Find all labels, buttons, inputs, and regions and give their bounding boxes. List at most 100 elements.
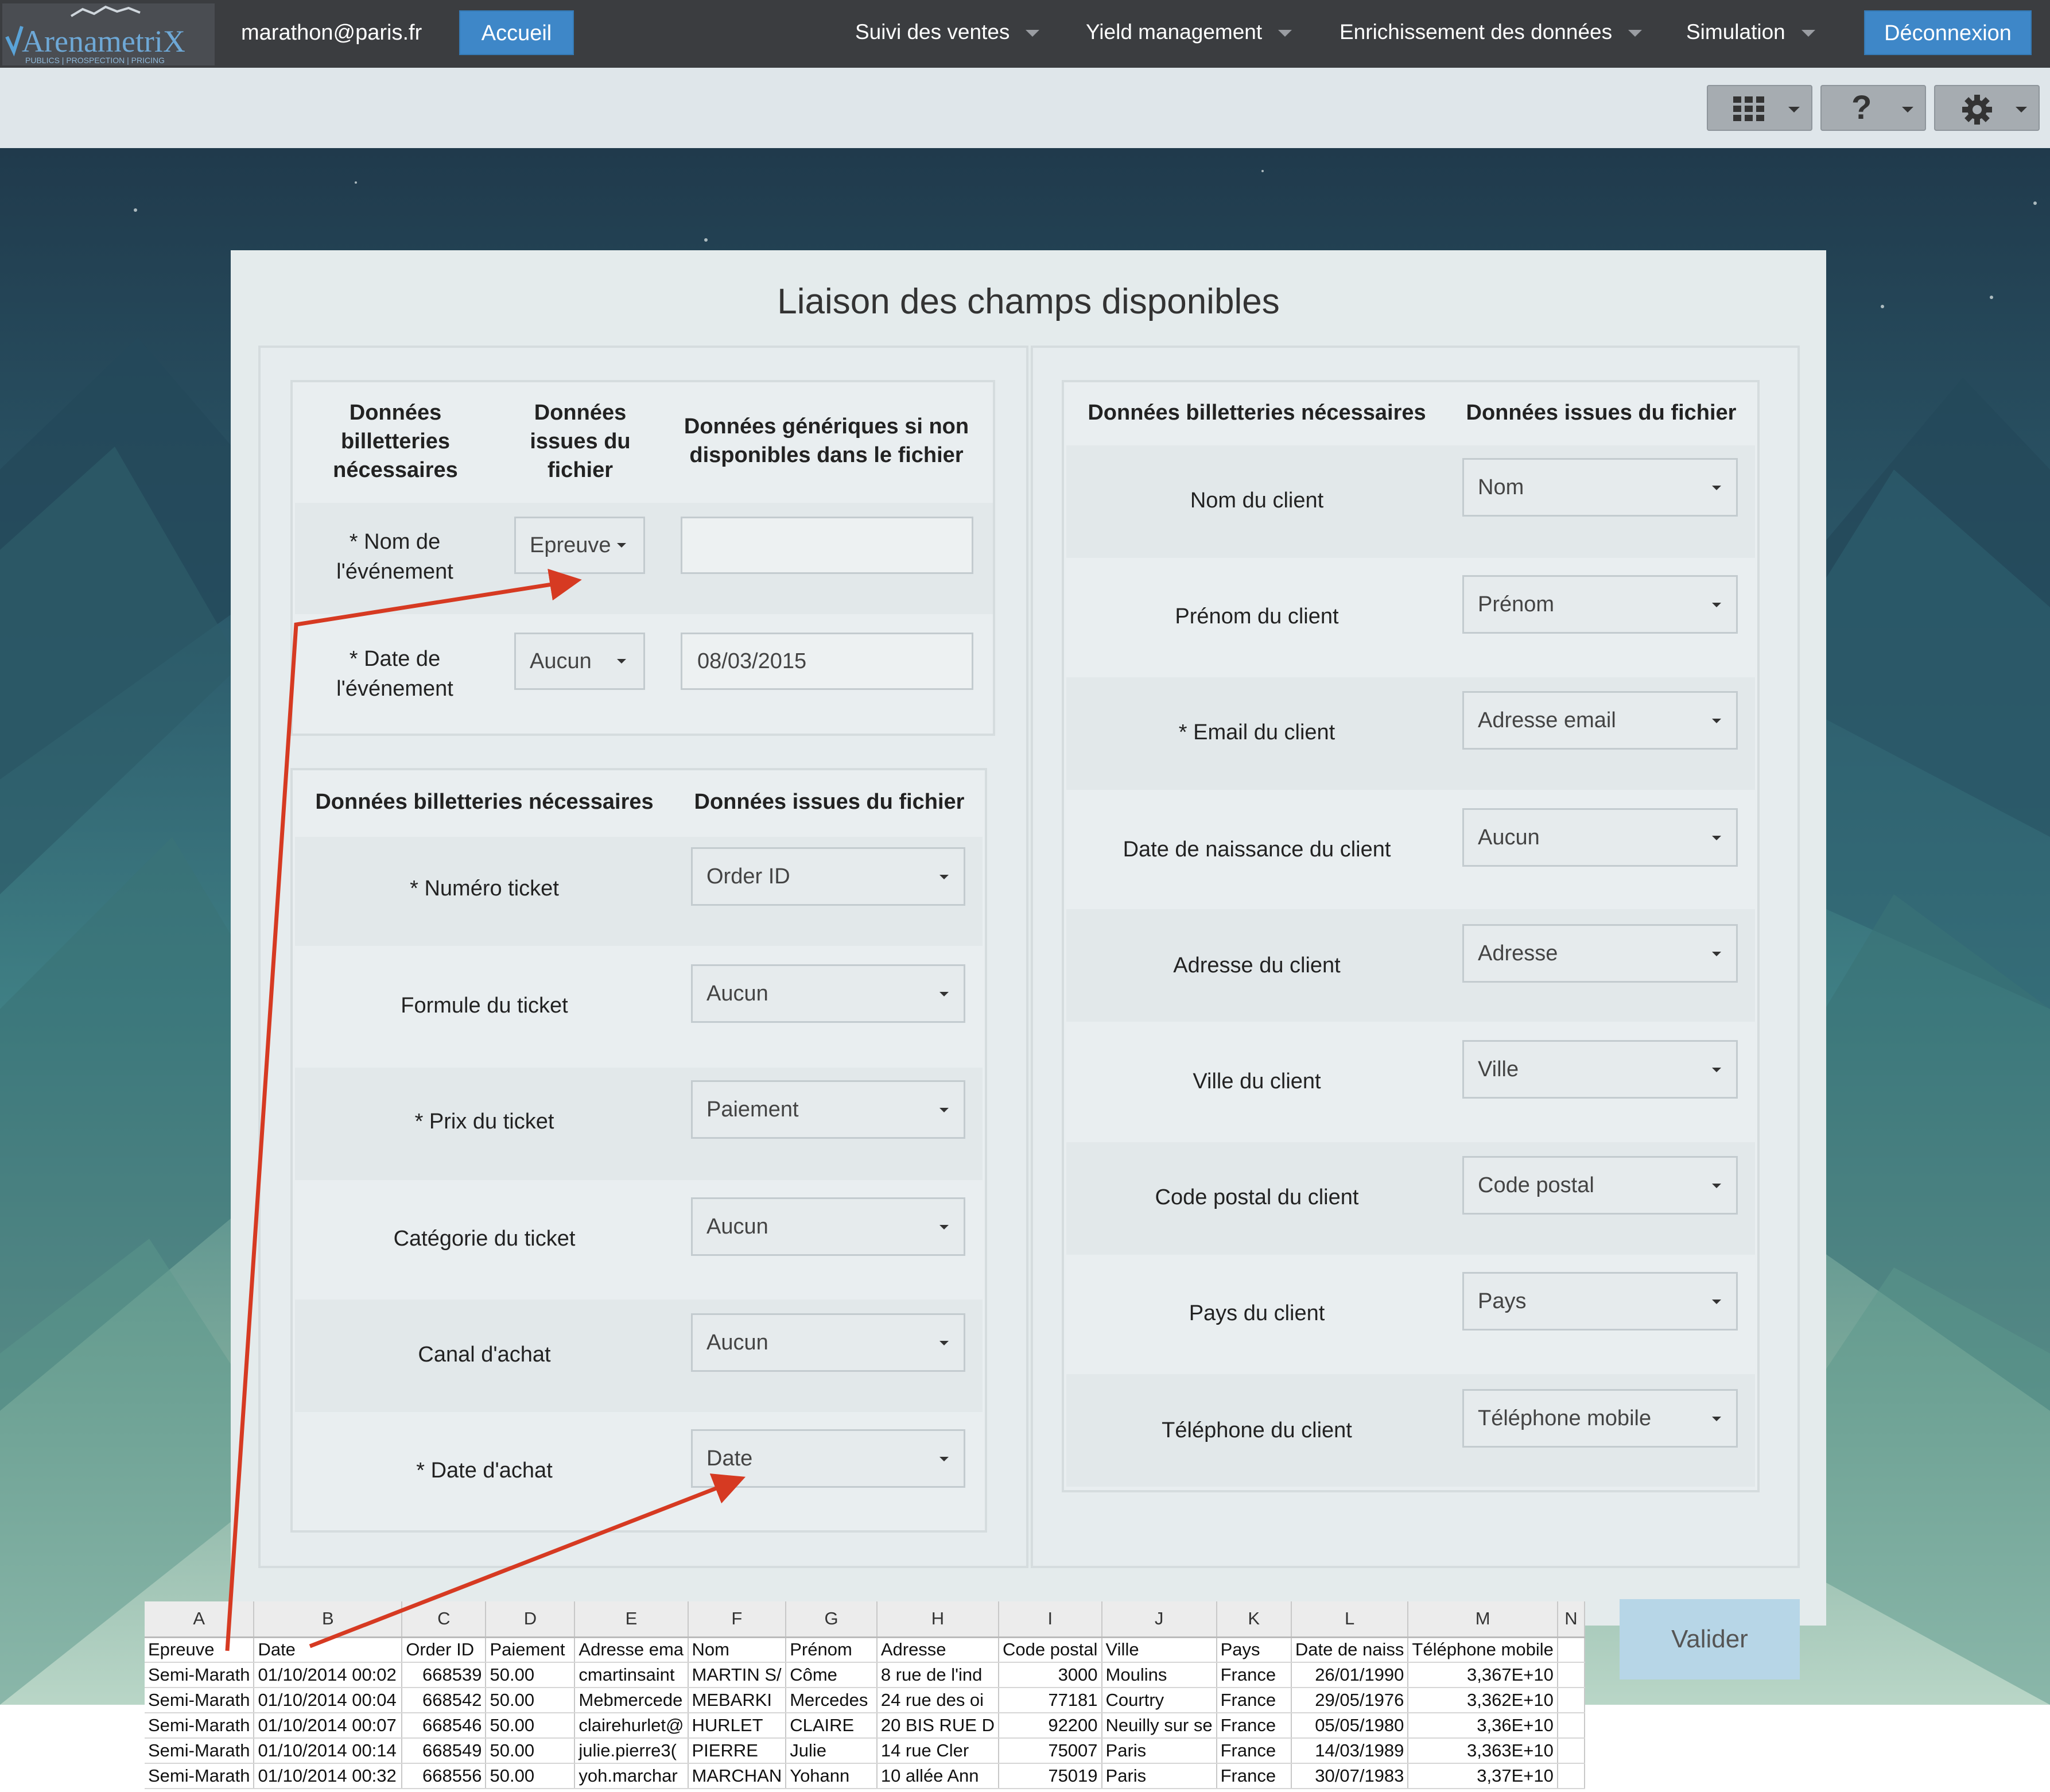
ticket-purchase-date-select[interactable]: Date — [691, 1429, 965, 1488]
table-cell[interactable]: 75019 — [998, 1763, 1102, 1789]
table-cell[interactable]: 01/10/2014 00:32 — [254, 1763, 403, 1789]
table-cell[interactable]: Paris — [1101, 1738, 1217, 1764]
ticket-price-select[interactable]: Paiement — [691, 1080, 965, 1139]
table-cell[interactable]: 10 allée Ann — [876, 1763, 999, 1789]
event-date-select[interactable]: Aucun — [514, 633, 645, 690]
ticket-channel-select[interactable]: Aucun — [691, 1313, 965, 1372]
table-cell[interactable]: 668549 — [402, 1738, 487, 1764]
home-button[interactable]: Accueil — [459, 10, 574, 55]
table-cell[interactable]: HURLET — [688, 1713, 787, 1739]
event-name-generic-input[interactable] — [681, 517, 973, 574]
settings-menu-button[interactable] — [1934, 85, 2040, 131]
table-cell[interactable]: 01/10/2014 00:14 — [254, 1738, 403, 1764]
table-cell[interactable]: 77181 — [998, 1688, 1102, 1713]
table-cell[interactable]: 3,362E+10 — [1408, 1688, 1558, 1713]
table-cell[interactable]: 3,36E+10 — [1408, 1713, 1558, 1739]
table-cell[interactable]: 668546 — [402, 1713, 487, 1739]
table-cell[interactable]: 75007 — [998, 1738, 1102, 1764]
table-cell[interactable]: 8 rue de l'ind — [876, 1662, 999, 1688]
table-cell[interactable]: 668539 — [402, 1662, 487, 1688]
col-letter[interactable]: L — [1291, 1601, 1409, 1638]
table-cell[interactable]: 3000 — [998, 1662, 1102, 1688]
table-cell[interactable]: Côme — [786, 1662, 878, 1688]
table-cell[interactable]: Semi-Marath — [145, 1662, 255, 1688]
col-letter[interactable]: I — [998, 1601, 1102, 1638]
table-cell[interactable]: cmartinsaint — [574, 1662, 689, 1688]
client-birthdate-select[interactable]: Aucun — [1462, 808, 1738, 867]
table-cell[interactable]: 01/10/2014 00:07 — [254, 1713, 403, 1739]
table-cell[interactable]: Semi-Marath — [145, 1738, 255, 1764]
validate-button[interactable]: Valider — [1620, 1599, 1800, 1679]
header-cell[interactable]: Nom — [688, 1637, 787, 1663]
nav-data-enrichment[interactable]: Enrichissement des données — [1340, 0, 1643, 68]
table-cell[interactable] — [1557, 1688, 1586, 1713]
nav-simulation[interactable]: Simulation — [1686, 0, 1815, 68]
table-cell[interactable]: 20 BIS RUE D — [876, 1713, 999, 1739]
event-date-generic-input[interactable]: 08/03/2015 — [681, 633, 973, 690]
table-cell[interactable]: 50.00 — [486, 1763, 576, 1789]
table-cell[interactable]: Courtry — [1101, 1688, 1217, 1713]
table-cell[interactable]: 14 rue Cler — [876, 1738, 999, 1764]
table-cell[interactable] — [1557, 1738, 1586, 1764]
nav-yield-management[interactable]: Yield management — [1086, 0, 1292, 68]
client-firstname-select[interactable]: Prénom — [1462, 575, 1738, 634]
table-cell[interactable]: Semi-Marath — [145, 1713, 255, 1739]
nav-sales-tracking[interactable]: Suivi des ventes — [855, 0, 1040, 68]
ticket-formula-select[interactable]: Aucun — [691, 964, 965, 1023]
table-cell[interactable]: France — [1216, 1662, 1292, 1688]
header-cell[interactable]: Paiement — [486, 1637, 576, 1663]
apps-menu-button[interactable] — [1707, 85, 1812, 131]
table-cell[interactable]: 668542 — [402, 1688, 487, 1713]
table-cell[interactable]: Moulins — [1101, 1662, 1217, 1688]
col-letter[interactable]: D — [486, 1601, 576, 1638]
table-cell[interactable]: Semi-Marath — [145, 1763, 255, 1789]
col-letter[interactable]: C — [402, 1601, 487, 1638]
header-cell[interactable]: Prénom — [786, 1637, 878, 1663]
table-cell[interactable]: 30/07/1983 — [1291, 1763, 1409, 1789]
col-letter[interactable]: N — [1557, 1601, 1586, 1638]
table-cell[interactable]: 29/05/1976 — [1291, 1688, 1409, 1713]
table-cell[interactable]: Yohann — [786, 1763, 878, 1789]
table-cell[interactable]: clairehurlet@ — [574, 1713, 689, 1739]
table-cell[interactable] — [1557, 1713, 1586, 1739]
table-cell[interactable]: 3,363E+10 — [1408, 1738, 1558, 1764]
table-cell[interactable]: MARTIN S/ — [688, 1662, 787, 1688]
table-cell[interactable]: 50.00 — [486, 1662, 576, 1688]
logout-button[interactable]: Déconnexion — [1864, 10, 2032, 55]
col-letter[interactable]: G — [786, 1601, 878, 1638]
table-cell[interactable]: France — [1216, 1738, 1292, 1764]
table-cell[interactable]: 92200 — [998, 1713, 1102, 1739]
header-cell[interactable]: Téléphone mobile — [1408, 1637, 1558, 1663]
table-cell[interactable] — [1557, 1662, 1586, 1688]
table-cell[interactable]: Mercedes — [786, 1688, 878, 1713]
header-cell[interactable]: Adresse ema — [574, 1637, 689, 1663]
table-cell[interactable]: julie.pierre3( — [574, 1738, 689, 1764]
table-cell[interactable]: 50.00 — [486, 1738, 576, 1764]
table-cell[interactable]: yoh.marchar — [574, 1763, 689, 1789]
table-cell[interactable]: 50.00 — [486, 1713, 576, 1739]
table-cell[interactable]: 05/05/1980 — [1291, 1713, 1409, 1739]
client-email-select[interactable]: Adresse email — [1462, 691, 1738, 750]
table-cell[interactable]: 3,37E+10 — [1408, 1763, 1558, 1789]
header-cell[interactable]: Date — [254, 1637, 403, 1663]
table-cell[interactable]: Semi-Marath — [145, 1688, 255, 1713]
header-cell[interactable]: Code postal — [998, 1637, 1102, 1663]
col-letter[interactable]: J — [1101, 1601, 1217, 1638]
header-cell[interactable]: Order ID — [402, 1637, 487, 1663]
table-cell[interactable]: France — [1216, 1713, 1292, 1739]
header-cell[interactable]: Ville — [1101, 1637, 1217, 1663]
help-menu-button[interactable]: ? — [1820, 85, 1926, 131]
table-cell[interactable] — [1557, 1763, 1586, 1789]
header-cell[interactable]: Epreuve — [145, 1637, 255, 1663]
col-letter[interactable]: B — [254, 1601, 403, 1638]
table-cell[interactable]: 24 rue des oi — [876, 1688, 999, 1713]
col-letter[interactable]: E — [574, 1601, 689, 1638]
event-name-select[interactable]: Epreuve — [514, 517, 645, 574]
table-cell[interactable]: Paris — [1101, 1763, 1217, 1789]
header-cell[interactable] — [1557, 1637, 1586, 1663]
table-cell[interactable]: France — [1216, 1763, 1292, 1789]
table-cell[interactable]: 01/10/2014 00:04 — [254, 1688, 403, 1713]
client-postcode-select[interactable]: Code postal — [1462, 1156, 1738, 1215]
table-cell[interactable]: Julie — [786, 1738, 878, 1764]
client-phone-select[interactable]: Téléphone mobile — [1462, 1389, 1738, 1448]
